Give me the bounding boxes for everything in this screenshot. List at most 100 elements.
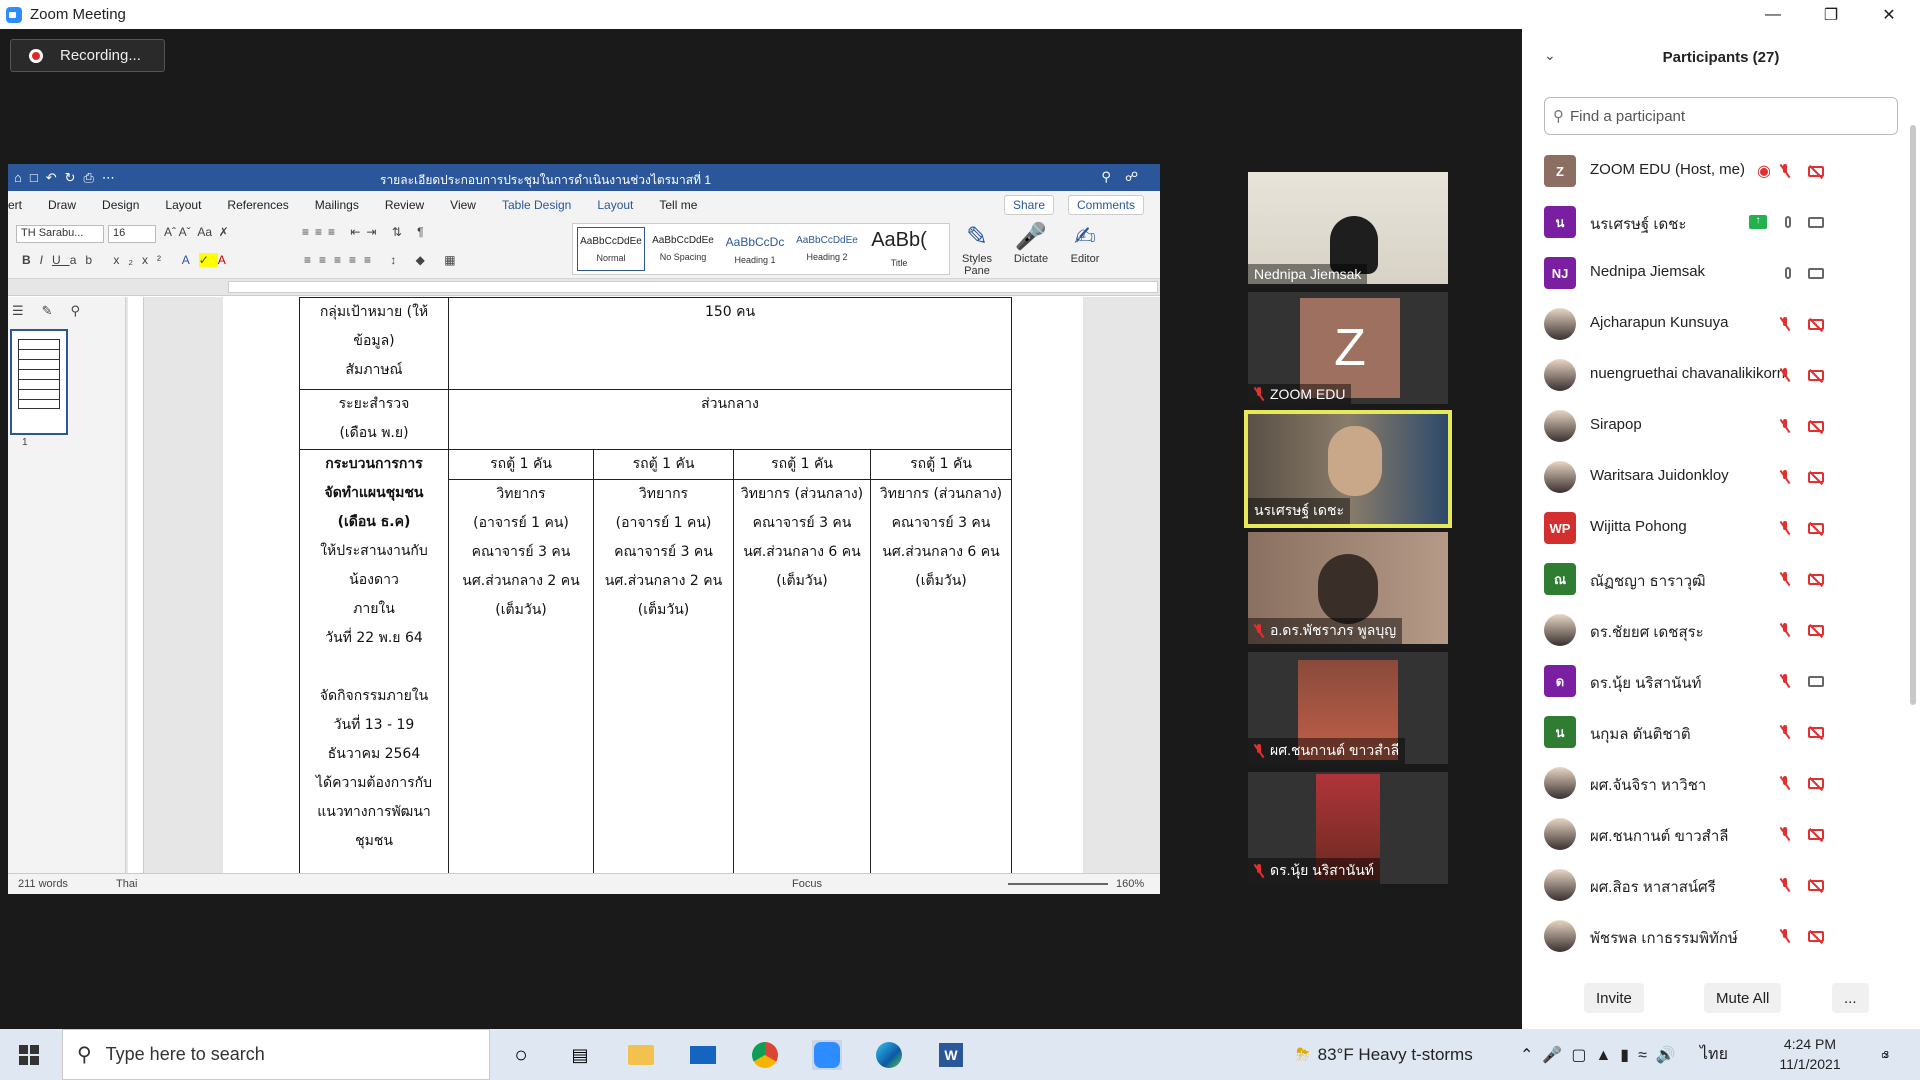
menu-design[interactable]: Design [102, 198, 139, 212]
participant-row[interactable]: WP Wijitta Pohong [1522, 503, 1920, 554]
nav-pane-icons[interactable]: ☰✎⚲ [12, 303, 98, 319]
mic-muted-icon[interactable] [1778, 415, 1798, 437]
video-off-icon[interactable] [1806, 925, 1826, 947]
taskbar-search-input[interactable]: ⚲ Type here to search [62, 1029, 490, 1080]
zoom-level[interactable]: 160% [1116, 878, 1144, 890]
mic-muted-icon[interactable] [1778, 364, 1798, 386]
video-off-icon[interactable] [1806, 619, 1826, 641]
participant-row[interactable]: Sirapop [1522, 401, 1920, 452]
mic-muted-icon[interactable] [1778, 466, 1798, 488]
participant-row[interactable]: ผศ.จันจิรา หาวิชา [1522, 758, 1920, 809]
mic-muted-icon[interactable] [1778, 874, 1798, 896]
mic-icon[interactable] [1778, 211, 1798, 233]
video-off-icon[interactable] [1806, 364, 1826, 386]
mic-muted-icon[interactable] [1778, 721, 1798, 743]
comments-button[interactable]: Comments [1068, 195, 1145, 215]
focus-button[interactable]: Focus [792, 878, 822, 890]
video-icon[interactable] [1806, 670, 1826, 692]
menu-layout[interactable]: Layout [165, 198, 201, 212]
weather-widget[interactable]: ⛈ 83°F Heavy t-storms [1296, 1029, 1473, 1080]
participant-row[interactable]: ผศ.สิอร หาสาสน์ศรี [1522, 860, 1920, 911]
system-tray-icons[interactable]: ⌃🎤▢▲▮≈🔊 [1520, 1029, 1685, 1080]
video-off-icon[interactable] [1806, 568, 1826, 590]
style-normal[interactable]: AaBbCcDdEe Normal [577, 227, 645, 271]
clock[interactable]: 4:24 PM 11/1/2021 [1760, 1034, 1860, 1074]
style-heading-1[interactable]: AaBbCcDc Heading 1 [721, 227, 789, 271]
participant-row[interactable]: Ajcharapun Kunsuya [1522, 299, 1920, 350]
mic-muted-icon[interactable] [1778, 823, 1798, 845]
recording-indicator[interactable]: Recording... [10, 39, 165, 72]
quick-access-icons[interactable]: ⌂□↶↻⎙⋯ [14, 170, 123, 186]
minimize-button[interactable]: — [1744, 0, 1802, 29]
styles-pane-button[interactable]: ✎ Styles Pane [952, 221, 1002, 277]
participant-row[interactable]: ดร.ชัยยศ เดชสุระ [1522, 605, 1920, 656]
share-button[interactable]: Share [1004, 195, 1055, 215]
video-off-icon[interactable] [1806, 721, 1826, 743]
file-explorer-icon[interactable] [626, 1040, 656, 1070]
video-tile[interactable]: ผศ.ชนกานต์ ขาวสำลี [1248, 652, 1448, 764]
dictate-button[interactable]: 🎤 Dictate [1006, 221, 1056, 265]
participant-row[interactable]: NJ Nednipa Jiemsak [1522, 248, 1920, 299]
video-tile[interactable]: Nednipa Jiemsak [1248, 172, 1448, 284]
align-buttons[interactable]: ≡≡≡≡≡ ↕ ◆ ▦ [304, 253, 464, 267]
list-buttons[interactable]: ≡≡≡ ⇤⇥ ⇅ ¶ [302, 225, 430, 239]
menu-insert[interactable]: ert [8, 198, 22, 212]
menu-mailings[interactable]: Mailings [315, 198, 359, 212]
style-title[interactable]: AaBb(Title [865, 227, 933, 271]
more-options-button[interactable]: ... [1832, 983, 1869, 1013]
video-off-icon[interactable] [1806, 466, 1826, 488]
mute-all-button[interactable]: Mute All [1704, 983, 1782, 1013]
search-icon[interactable]: ⚲☍ [1101, 169, 1152, 185]
cortana-icon[interactable]: ○ [506, 1040, 536, 1070]
windows-start-icon[interactable] [14, 1040, 44, 1070]
word-count[interactable]: 211 words [18, 878, 68, 890]
participant-row[interactable]: ณ ณัฏชญา ธาราวุฒิ [1522, 554, 1920, 605]
chrome-icon[interactable] [750, 1040, 780, 1070]
font-size-select[interactable]: 16 [108, 225, 156, 243]
menu-draw[interactable]: Draw [48, 198, 76, 212]
participant-row[interactable]: Z ZOOM EDU (Host, me) ◉ [1522, 146, 1920, 197]
input-language[interactable]: ไทย [1700, 1029, 1728, 1080]
format-buttons[interactable]: BIUab x₂x² A✓A [22, 253, 235, 267]
font-size-buttons[interactable]: Aˆ Aˇ Aa ✗ [164, 225, 229, 239]
menu-table-design[interactable]: Table Design [502, 198, 571, 212]
font-name-select[interactable]: TH Sarabu... [16, 225, 104, 243]
participant-row[interactable]: ด ดร.นุ้ย นริสานันท์ [1522, 656, 1920, 707]
notification-icon[interactable]: ▫ 3 [1870, 1040, 1900, 1070]
panel-scrollbar[interactable] [1910, 125, 1916, 705]
video-off-icon[interactable] [1806, 415, 1826, 437]
video-tile[interactable]: ดร.นุ้ย นริสานันท์ [1248, 772, 1448, 884]
menu-review[interactable]: Review [385, 198, 424, 212]
participant-row[interactable]: พัชรพล เกาธรรมพิทักษ์ [1522, 911, 1920, 962]
menu-references[interactable]: References [227, 198, 288, 212]
menu-tell-me[interactable]: Tell me [659, 198, 697, 212]
word-taskbar-icon[interactable]: W [936, 1040, 966, 1070]
mic-muted-icon[interactable] [1778, 670, 1798, 692]
mic-muted-icon[interactable] [1778, 160, 1798, 182]
participant-row[interactable]: น นกุมล ตันติชาติ [1522, 707, 1920, 758]
video-off-icon[interactable] [1806, 874, 1826, 896]
style-no-spacing[interactable]: AaBbCcDdEe No Spacing [649, 227, 717, 271]
invite-button[interactable]: Invite [1584, 983, 1644, 1013]
mic-muted-icon[interactable] [1778, 925, 1798, 947]
zoom-taskbar-icon[interactable] [812, 1040, 842, 1070]
mic-muted-icon[interactable] [1778, 568, 1798, 590]
participant-row[interactable]: น นรเศรษฐ์ เดชะ ↑ [1522, 197, 1920, 248]
style-heading-2[interactable]: AaBbCcDdEe Heading 2 [793, 227, 861, 271]
menu-table-layout[interactable]: Layout [597, 198, 633, 212]
mic-muted-icon[interactable] [1778, 517, 1798, 539]
participant-row[interactable]: Waritsara Juidonkloy [1522, 452, 1920, 503]
mail-icon[interactable] [688, 1040, 718, 1070]
participant-search-input[interactable]: ⚲ Find a participant [1544, 97, 1898, 135]
video-tile-active-speaker[interactable]: นรเศรษฐ์ เดชะ [1244, 410, 1452, 528]
video-tile[interactable]: Z ZOOM EDU [1248, 292, 1448, 404]
mic-muted-icon[interactable] [1778, 619, 1798, 641]
zoom-slider[interactable] [1008, 883, 1108, 885]
language-indicator[interactable]: Thai [116, 878, 137, 890]
video-off-icon[interactable] [1806, 160, 1826, 182]
mic-muted-icon[interactable] [1778, 313, 1798, 335]
maximize-button[interactable]: ❐ [1802, 0, 1860, 29]
menu-view[interactable]: View [450, 198, 476, 212]
participant-row[interactable]: ผศ.ชนกานต์ ขาวสำลี [1522, 809, 1920, 860]
mic-icon[interactable] [1778, 262, 1798, 284]
